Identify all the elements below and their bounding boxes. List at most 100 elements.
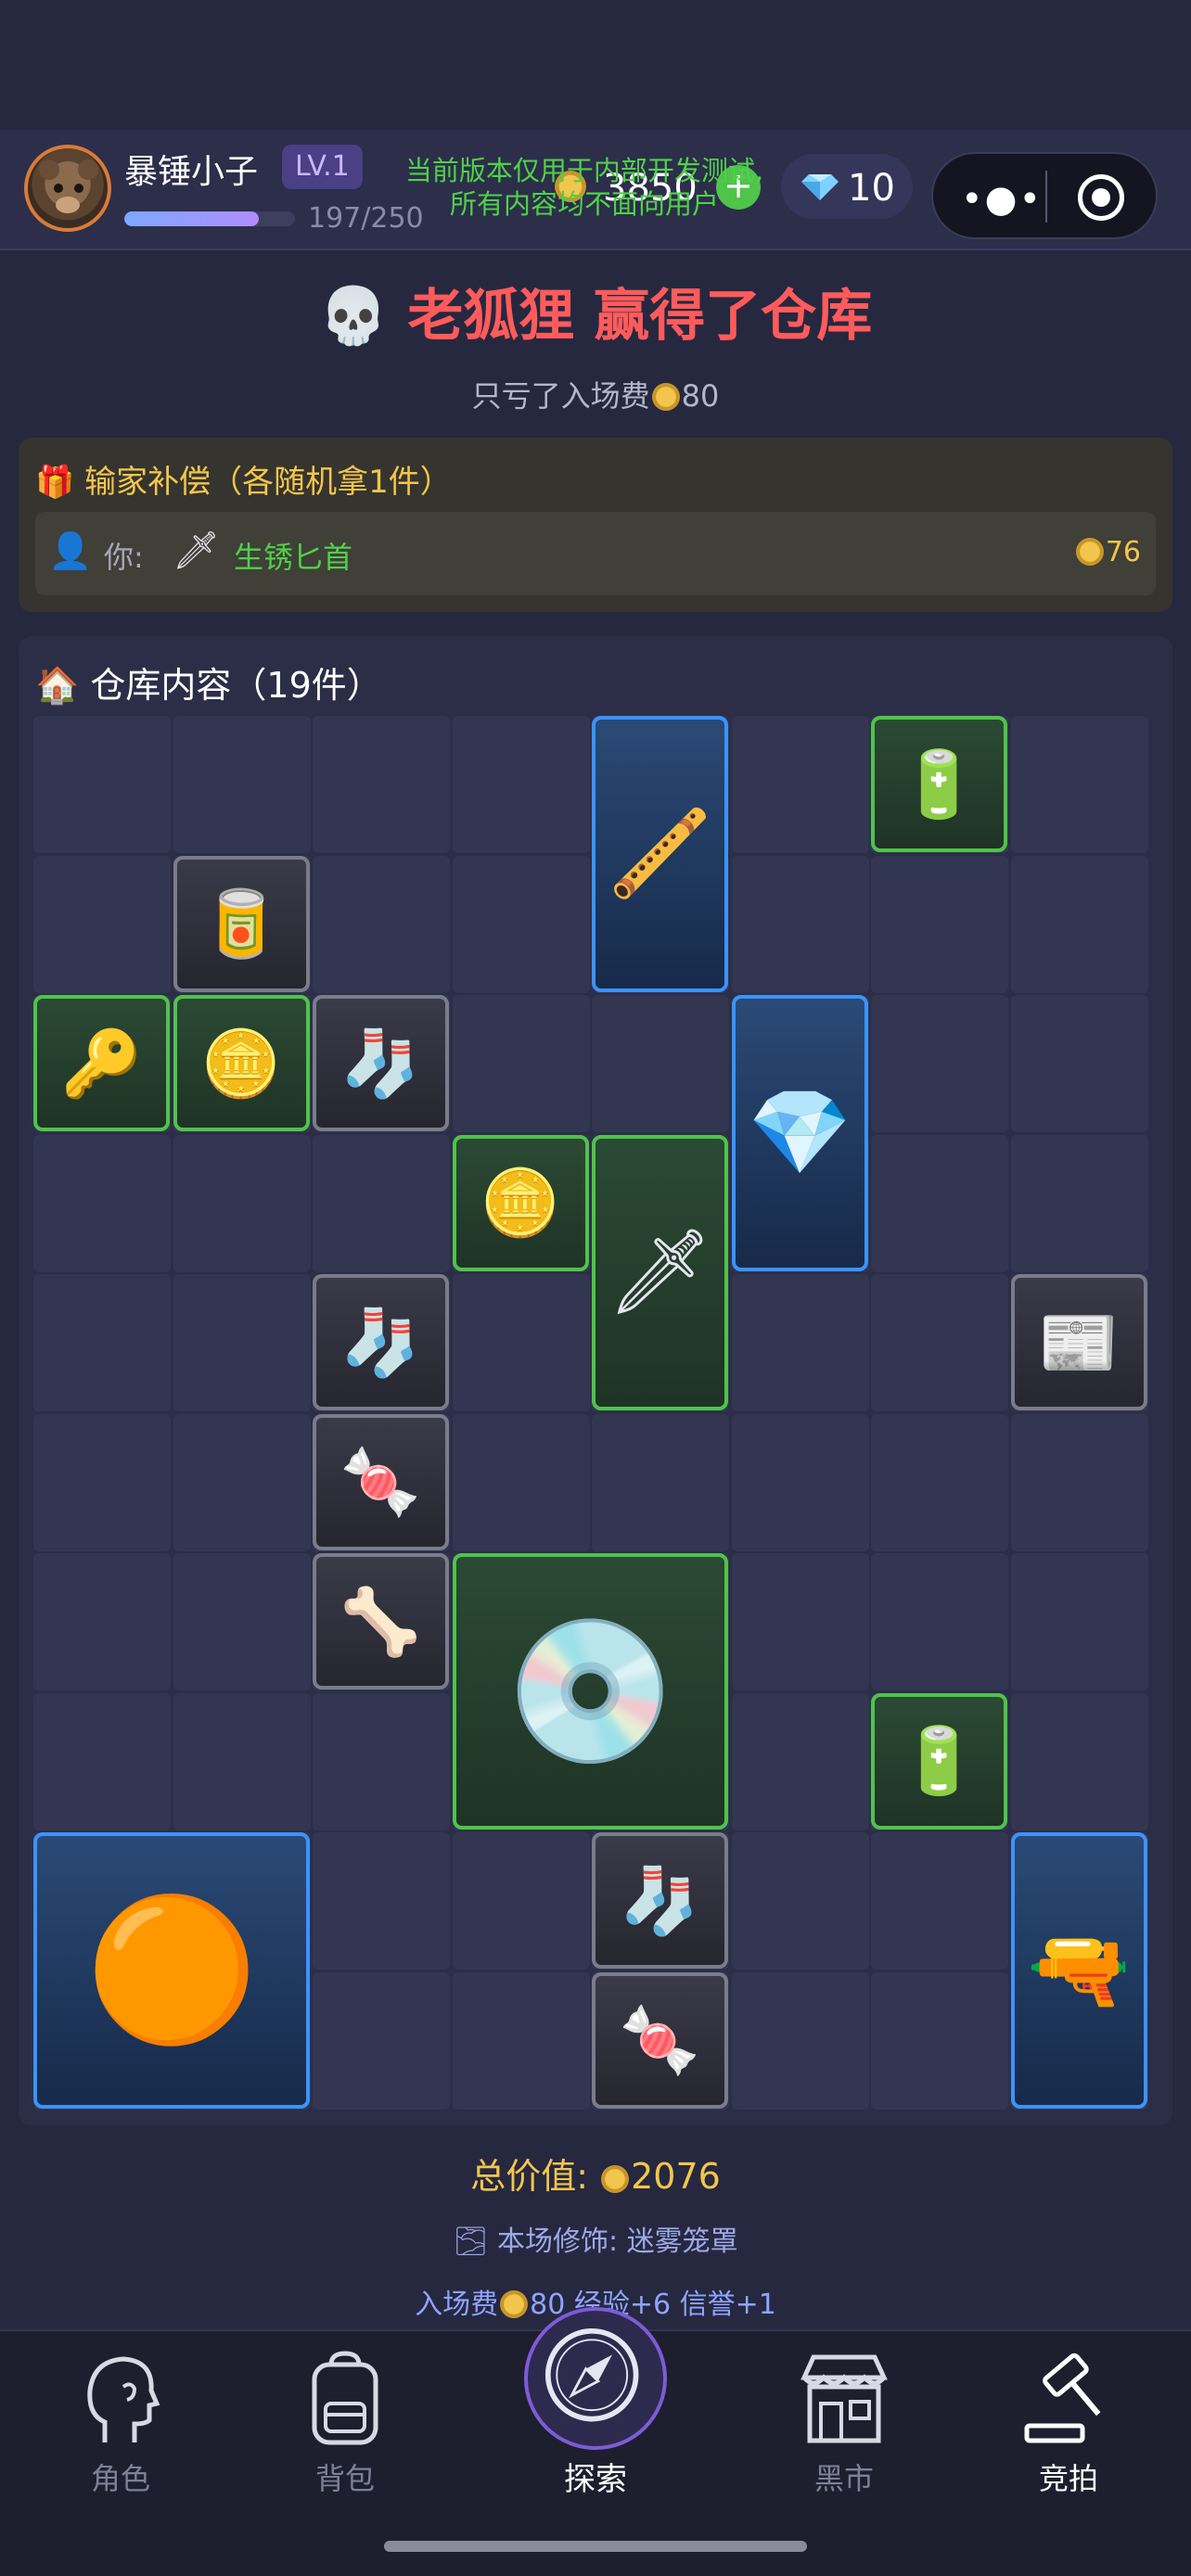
grid-cell: [731, 1832, 869, 1970]
grid-cell: [452, 1832, 590, 1970]
blaster-icon: 🔫: [1026, 1920, 1132, 2019]
level-badge: LV.1: [282, 145, 363, 189]
grid-cell: [731, 1413, 869, 1551]
sock-icon: 🧦: [339, 1025, 422, 1102]
grid-cell: [592, 995, 729, 1132]
warehouse-item-bone[interactable]: 🦴: [313, 1553, 449, 1690]
compensation-item-value: 76: [1074, 536, 1141, 568]
gem-balance: 10: [781, 154, 913, 219]
sock-icon: 🧦: [339, 1304, 422, 1381]
grid-cell: [33, 716, 171, 853]
grid-cell: [592, 1413, 729, 1551]
entry-fee-amount: 80: [681, 378, 720, 414]
warehouse-title: 🏠 仓库内容（19件）: [35, 657, 382, 708]
dagger-icon: 🗡: [173, 529, 220, 572]
nav-explore[interactable]: 探索: [521, 2307, 670, 2498]
user-icon: 👤: [48, 530, 93, 571]
warehouse-item-sock[interactable]: 🧦: [313, 1274, 449, 1410]
fog-icon: 🌫: [453, 2225, 489, 2258]
warehouse-item-amber[interactable]: 🟠: [33, 1832, 310, 2109]
warehouse-item-keychain[interactable]: 🔑: [33, 995, 170, 1131]
nav-backpack-label: 背包: [314, 2461, 375, 2496]
grid-cell: [1010, 1553, 1148, 1690]
grid-cell: [1010, 1134, 1148, 1272]
coin-icon: [601, 2165, 630, 2193]
storefront-icon: [800, 2354, 888, 2443]
bottom-nav: 角色 背包 探索 黑市 竞拍: [0, 2307, 1191, 2576]
grid-cell: [731, 855, 869, 993]
house-icon: 🏠: [35, 665, 80, 706]
total-value-label: 总价值:: [470, 2156, 588, 2197]
grid-cell: [731, 1274, 869, 1411]
warehouse-item-sock[interactable]: 🧦: [592, 1832, 728, 1969]
dev-notice: 当前版本仅用于内部开发测试, 所有内容均不面向用户: [390, 154, 779, 221]
close-target-icon[interactable]: [1078, 174, 1124, 221]
avatar-eye-left: [54, 184, 63, 193]
nav-role-label: 角色: [90, 2461, 150, 2496]
dev-notice-line2: 所有内容均不面向用户: [449, 188, 719, 220]
grid-cell: [173, 1134, 311, 1272]
nav-backpack[interactable]: 背包: [252, 2342, 438, 2496]
grid-cell: [871, 1832, 1008, 1970]
keychain-icon: 🔑: [60, 1025, 143, 1102]
grid-cell: [33, 1413, 171, 1551]
grid-cell: [731, 1692, 869, 1830]
skull-icon: 💀: [318, 284, 389, 349]
compensation-row[interactable]: 👤 你: 🗡 生锈匕首 76: [35, 512, 1156, 595]
grid-cell: [313, 1692, 450, 1830]
warehouse-item-blaster[interactable]: 🔫: [1010, 1832, 1147, 2109]
warehouse-item-battery[interactable]: 🔋: [871, 716, 1007, 852]
grid-cell: [871, 1971, 1008, 2110]
player-avatar[interactable]: [24, 145, 111, 232]
grid-cell: [313, 1832, 450, 1970]
grid-cell: [452, 855, 590, 993]
warehouse-panel: 🏠 仓库内容（19件） 🪈 🔋 🥫 🔑 🪙 🧦 💎 🪙 🗡 🧦 📰 🍬 🦴 💿 🔋 🟠 🧦 🔫 🍬: [19, 636, 1172, 2125]
warehouse-item-newspaper[interactable]: 📰: [1010, 1274, 1147, 1410]
warehouse-item-dagger[interactable]: 🗡: [592, 1134, 728, 1410]
gem-value: 10: [848, 167, 895, 210]
avatar-snout: [56, 197, 80, 213]
warehouse-item-coin[interactable]: 🪙: [173, 995, 310, 1131]
nav-role[interactable]: 角色: [28, 2342, 213, 2496]
grid-cell: [871, 1134, 1008, 1272]
grid-cell: [173, 716, 311, 853]
warehouse-item-candy[interactable]: 🍬: [313, 1413, 449, 1550]
grid-cell: [731, 1971, 869, 2110]
result-title-text: 老狐狸 赢得了仓库: [407, 284, 873, 349]
result-subtitle: 只亏了入场费 80: [0, 373, 1191, 415]
home-indicator: [384, 2541, 807, 2552]
pipe-icon: 🪈: [608, 804, 712, 902]
grid-cell: [871, 1274, 1008, 1411]
explore-button[interactable]: [524, 2307, 667, 2450]
warehouse-item-battery[interactable]: 🔋: [871, 1692, 1007, 1830]
compensation-title: 🎁 输家补偿（各随机拿1件）: [35, 456, 452, 502]
grid-cell: [452, 1413, 590, 1551]
avatar-ear-right: [78, 159, 98, 180]
coin-icon: [651, 383, 680, 411]
warehouse-item-pipe[interactable]: 🪈: [592, 716, 728, 992]
avatar-ear-left: [39, 159, 59, 180]
exp-progress-bar: [124, 211, 295, 226]
warehouse-item-candy[interactable]: 🍬: [592, 1971, 728, 2109]
grid-cell: [1010, 995, 1148, 1132]
warehouse-item-crystal[interactable]: 💎: [731, 995, 868, 1271]
warehouse-item-sock[interactable]: 🧦: [313, 995, 449, 1131]
more-menu-icon[interactable]: •●•: [961, 178, 1043, 221]
warehouse-title-text: 仓库内容（19件）: [90, 665, 382, 706]
nav-market[interactable]: 黑市: [751, 2342, 937, 2496]
nav-auction[interactable]: 竞拍: [976, 2342, 1161, 2496]
battery-icon: 🔋: [898, 746, 980, 823]
grid-cell: [33, 1553, 171, 1690]
warehouse-item-coin[interactable]: 🪙: [452, 1134, 589, 1271]
top-bar: 暴锤小子 LV.1 197/250 3850 + 当前版本仅用于内部开发测试, …: [0, 130, 1191, 250]
coin-icon: 🪙: [200, 1025, 282, 1102]
exp-progress-fill: [124, 211, 259, 226]
battery-icon: 🔋: [898, 1723, 980, 1799]
amber-icon: 🟠: [84, 1889, 259, 2051]
grid-cell: [33, 1692, 171, 1830]
warehouse-item-tin-can[interactable]: 🥫: [173, 855, 310, 992]
grid-cell: [313, 1134, 450, 1272]
warehouse-item-vinyl-record[interactable]: 💿: [452, 1553, 728, 1830]
nav-auction-label: 竞拍: [1038, 2461, 1098, 2496]
grid-cell: [452, 1274, 590, 1411]
